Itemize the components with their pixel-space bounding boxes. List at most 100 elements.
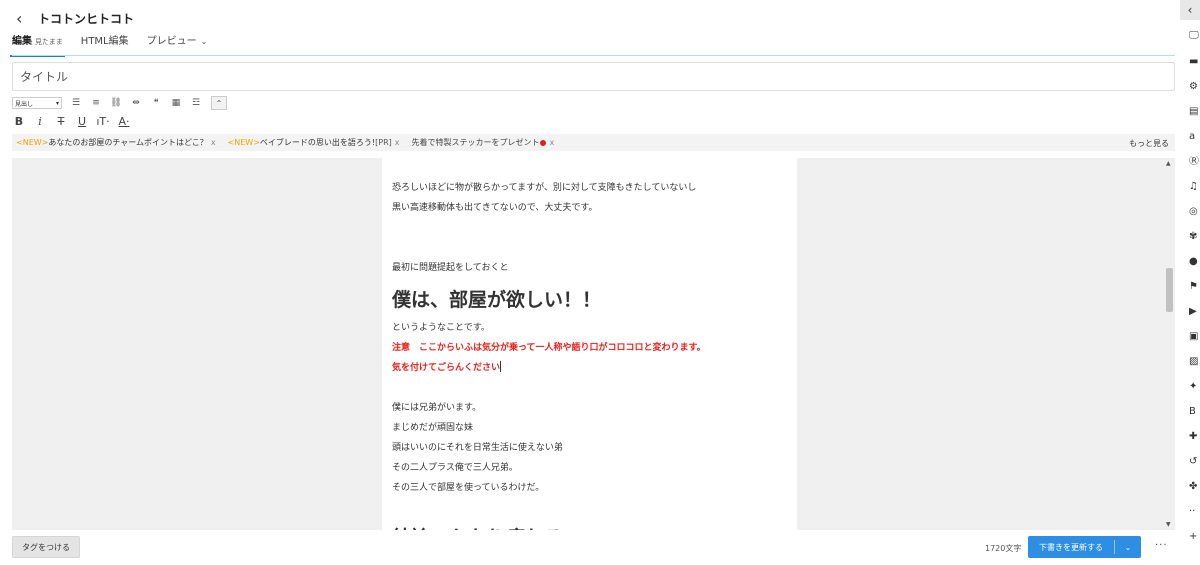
book-icon[interactable]: ▤ — [1189, 106, 1200, 118]
body-line: 僕には兄弟がいます。 — [392, 403, 482, 413]
body-line: 恐ろしいほどに物が散らかってますが、別に対して支障もきたしていないし — [392, 183, 697, 193]
editor-page[interactable]: 恐ろしいほどに物が散らかってますが、別に対して支障もきたしていないし 黒い高速移… — [382, 158, 797, 530]
editor-area: 恐ろしいほどに物が散らかってますが、別に対して支障もきたしていないし 黒い高速移… — [12, 158, 1175, 530]
gift-icon[interactable]: ✾ — [1189, 231, 1200, 243]
news-text: ベイブレードの思い出を語ろう! — [259, 138, 376, 147]
warning-line: 気を付けてごらんください — [392, 358, 787, 378]
recycle-icon[interactable]: ↺ — [1189, 456, 1200, 468]
monitor-icon[interactable]: 🖵 — [1189, 30, 1200, 42]
map-pin-icon — [540, 139, 547, 146]
see-more-link[interactable]: もっと見る — [1129, 138, 1169, 149]
table-icon[interactable]: ▦ — [168, 97, 184, 109]
collapse-toolbar-icon[interactable]: ⌃ — [211, 96, 227, 110]
news-new-badge: <NEW> — [227, 138, 260, 147]
folder-icon[interactable]: ▬ — [1189, 56, 1200, 68]
warning-line-text: 気を付けてごらんください — [392, 363, 501, 373]
youtube-icon[interactable]: ▶ — [1189, 306, 1200, 318]
photo-icon[interactable]: ▨ — [1189, 356, 1200, 368]
body-line: その二人プラス俺で三人兄弟。 — [392, 463, 518, 473]
update-draft-label: 下書きを更新する — [1039, 542, 1103, 552]
scroll-down-icon[interactable]: ▼ — [1166, 521, 1171, 528]
back-arrow-icon[interactable]: ‹ — [16, 9, 22, 28]
italic-icon[interactable]: i — [33, 114, 47, 128]
read-more-icon[interactable]: ⇹ — [128, 97, 144, 109]
rakuten-icon[interactable]: Ⓡ — [1189, 156, 1200, 168]
news-pr-tag: [PR] — [375, 138, 392, 147]
news-item[interactable]: 先着で特製ステッカーをプレゼント x — [411, 137, 554, 148]
news-text: 先着で特製ステッカーをプレゼント — [411, 138, 540, 147]
scroll-up-icon[interactable]: ▲ — [1166, 160, 1171, 167]
tab-preview[interactable]: プレビュー ⌄ — [147, 34, 208, 56]
strikethrough-icon[interactable]: T — [54, 114, 68, 128]
amazon-icon[interactable]: a — [1189, 131, 1200, 143]
character-count: 1720文字 — [985, 544, 1022, 553]
news-item[interactable]: <NEW> あなたのお部屋のチャームポイントはどこ？ x — [16, 137, 216, 148]
news-bar: <NEW> あなたのお部屋のチャームポイントはどこ？ x <NEW> ベイブレー… — [12, 134, 1175, 151]
news-item[interactable]: <NEW> ベイブレードの思い出を語ろう! [PR] x — [228, 137, 400, 148]
quote-icon[interactable]: ❝ — [148, 97, 164, 109]
scrollbar-thumb[interactable] — [1166, 268, 1173, 312]
tab-edit[interactable]: 編集 見たまま — [10, 34, 65, 57]
editor-content[interactable]: 恐ろしいほどに物が散らかってますが、別に対して支障もきたしていないし 黒い高速移… — [392, 178, 787, 530]
restaurant-icon[interactable]: ✚ — [1189, 431, 1200, 443]
plus-icon[interactable]: + — [1189, 531, 1200, 543]
flag-icon[interactable]: ⚑ — [1189, 281, 1200, 293]
news-new-badge: <NEW> — [16, 138, 49, 147]
numbered-list-icon[interactable]: ≡ — [88, 97, 104, 109]
bulleted-list-icon[interactable]: ☰ — [68, 97, 84, 109]
caret-down-icon: ▾ — [55, 99, 59, 107]
warning-line: 注意 ここからいふは気分が乗って一人称や語り口がコロコロと変わります。 — [392, 343, 706, 353]
more-options-icon[interactable]: ··· — [1155, 540, 1168, 551]
flickr-icon[interactable]: ● — [1189, 256, 1200, 268]
puzzle-icon[interactable]: ✤ — [1189, 481, 1200, 493]
editor-mode-tabs: 編集 見たまま HTML編集 プレビュー ⌄ — [10, 34, 225, 57]
editor-scrollbar[interactable]: ▲ ▼ — [1164, 158, 1175, 530]
news-text: あなたのお部屋のチャームポイントはどこ？ — [48, 138, 208, 147]
right-sidebar: ‹ 🖵 ▬ ⚙ ▤ a Ⓡ ♫ ◎ ✾ ● ⚑ ▶ ▣ ▨ ✦ B ✚ ↺ ✤ … — [1180, 0, 1200, 565]
body-line: 頭はいいのにそれを日常生活に使えない弟 — [392, 443, 563, 453]
chevron-down-icon[interactable]: ⌄ — [1115, 543, 1141, 552]
heading-select-value: 見出し — [15, 100, 34, 108]
body-line: まじめだが頑固な妹 — [392, 423, 474, 433]
underline-icon[interactable]: U — [75, 114, 89, 128]
blog-title: トコトンヒトコト — [38, 12, 135, 26]
add-tag-button[interactable]: タグをつける — [12, 536, 80, 558]
format-toolbar-row2: B i T U ıT· A· — [12, 114, 138, 128]
font-color-icon[interactable]: A· — [117, 114, 131, 128]
text-caret — [500, 361, 502, 372]
tab-html-label: HTML編集 — [80, 36, 129, 47]
close-icon[interactable]: x — [395, 138, 400, 147]
title-field[interactable] — [12, 62, 1175, 91]
font-size-icon[interactable]: ıT· — [96, 114, 110, 128]
tabs-divider — [12, 55, 1175, 56]
close-icon[interactable]: x — [211, 138, 216, 147]
twitter-icon[interactable]: ✦ — [1189, 381, 1200, 393]
tab-preview-label: プレビュー — [146, 36, 197, 47]
music-icon[interactable]: ♫ — [1189, 181, 1200, 193]
chevron-down-icon: ⌄ — [200, 37, 208, 46]
collapse-sidebar-icon[interactable]: ‹ — [1180, 0, 1200, 20]
format-toolbar-row1: 見出し ▾ ☰ ≡ ⛓ ⇹ ❝ ▦ ☲ ⌃ — [12, 96, 227, 110]
tv-icon[interactable]: ▣ — [1189, 331, 1200, 343]
blog-editor: ‹ トコトンヒトコト 編集見たまま HTML編集 プレビュー⌄ 見出し ▾ ☰ … — [0, 0, 1200, 565]
tab-edit-label: 編集 — [12, 36, 32, 47]
bold-icon[interactable]: B — [12, 114, 26, 128]
close-icon[interactable]: x — [549, 138, 554, 147]
tab-html[interactable]: HTML編集 — [81, 34, 129, 56]
content-heading: 僕は、部屋が欲しい！！ — [392, 289, 602, 311]
update-draft-button[interactable]: 下書きを更新する ⌄ — [1028, 536, 1141, 558]
tab-edit-sub: 見たまま — [35, 38, 63, 46]
content-heading: 結論、かなり疲れる — [392, 518, 787, 530]
link-icon[interactable]: ⛓ — [108, 97, 124, 109]
more-icon[interactable]: ·· — [1189, 506, 1200, 518]
instagram-icon[interactable]: ◎ — [1189, 206, 1200, 218]
hatena-icon[interactable]: B — [1189, 406, 1200, 418]
gear-icon[interactable]: ⚙ — [1189, 81, 1200, 93]
divider-icon[interactable]: ☲ — [188, 97, 204, 109]
body-line: 黒い高速移動体も出てきてないので、大丈夫です。 — [392, 203, 598, 213]
heading-select[interactable]: 見出し ▾ — [12, 97, 62, 109]
